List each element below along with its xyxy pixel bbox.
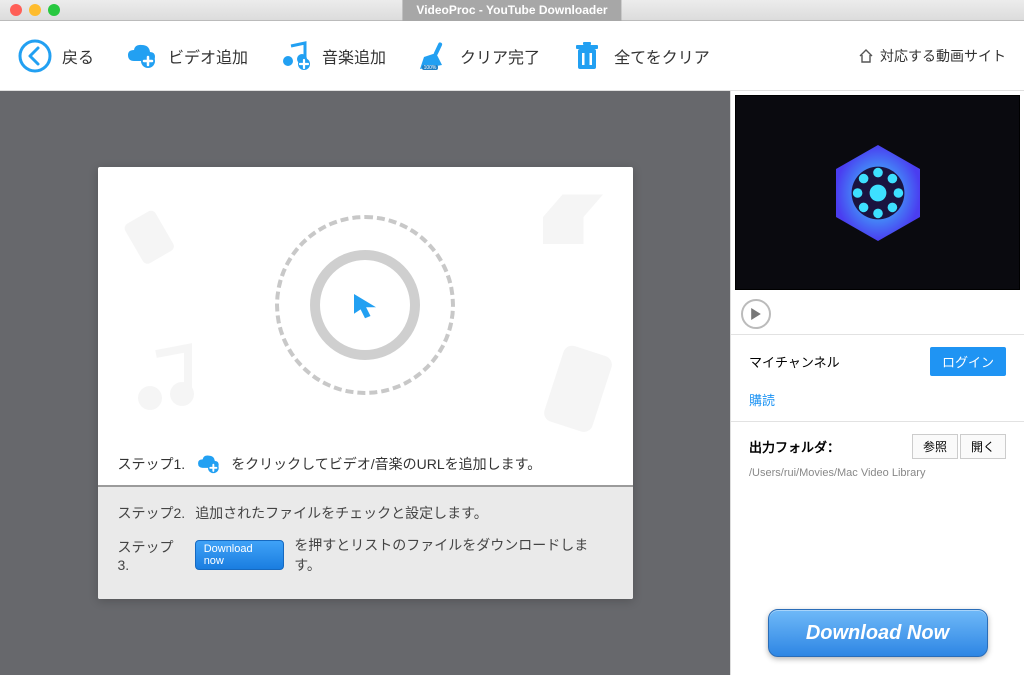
download-queue-area: ステップ1. をクリックしてビデオ/音楽のURLを追加します。 ステップ2. 追… xyxy=(0,91,730,675)
zoom-window-button[interactable] xyxy=(48,4,60,16)
main-toolbar: 戻る ビデオ追加 音楽追加 100% クリア完了 全てをクリア 対応する動画サイ… xyxy=(0,21,1024,91)
step3-label: ステップ3. xyxy=(118,537,185,573)
add-music-icon xyxy=(278,39,312,73)
steps-box: ステップ2. 追加されたファイルをチェックと設定します。 ステップ3. Down… xyxy=(98,487,633,599)
drop-target[interactable] xyxy=(98,167,633,442)
videoproc-logo-icon xyxy=(818,133,938,253)
open-folder-button[interactable]: 開く xyxy=(960,434,1006,459)
clear-done-button[interactable]: 100% クリア完了 xyxy=(416,39,540,73)
cursor-arrow-icon xyxy=(343,283,387,327)
clear-all-label: 全てをクリア xyxy=(614,44,710,68)
output-folder-label: 出力フォルダ： xyxy=(749,437,840,456)
output-folder-path: /Users/rui/Movies/Mac Video Library xyxy=(749,467,1006,479)
back-button[interactable]: 戻る xyxy=(18,39,94,73)
preview-controls xyxy=(731,294,1024,334)
step-1-row: ステップ1. をクリックしてビデオ/音楽のURLを追加します。 xyxy=(98,442,633,487)
step2-text: 追加されたファイルをチェックと設定します。 xyxy=(195,503,488,523)
step1-text: をクリックしてビデオ/音楽のURLを追加します。 xyxy=(231,454,541,474)
minimize-window-button[interactable] xyxy=(29,4,41,16)
drop-ring xyxy=(275,215,455,395)
step2-label: ステップ2. xyxy=(118,503,186,523)
step-3-row: ステップ3. Download now を押すとリストのファイルをダウンロードし… xyxy=(118,529,613,581)
play-button[interactable] xyxy=(741,299,771,329)
download-pill-icon: Download now xyxy=(195,540,285,570)
my-channel-label: マイチャンネル xyxy=(749,352,840,371)
step-2-row: ステップ2. 追加されたファイルをチェックと設定します。 xyxy=(118,497,613,529)
home-icon xyxy=(858,48,874,64)
close-window-button[interactable] xyxy=(10,4,22,16)
cloud-plus-small-icon xyxy=(195,451,221,477)
traffic-lights xyxy=(10,4,60,16)
supported-sites-link[interactable]: 対応する動画サイト xyxy=(858,46,1006,66)
broom-icon: 100% xyxy=(416,39,450,73)
instruction-card: ステップ1. をクリックしてビデオ/音楽のURLを追加します。 ステップ2. 追… xyxy=(98,167,633,599)
output-section: 出力フォルダ： 参照 開く /Users/rui/Movies/Mac Vide… xyxy=(731,421,1024,491)
supported-sites-label: 対応する動画サイト xyxy=(880,46,1006,66)
step1-label: ステップ1. xyxy=(118,454,186,474)
clear-done-label: クリア完了 xyxy=(460,44,540,68)
back-label: 戻る xyxy=(62,44,94,68)
login-button[interactable]: ログイン xyxy=(930,347,1006,376)
add-video-label: ビデオ追加 xyxy=(168,44,248,68)
add-video-button[interactable]: ビデオ追加 xyxy=(124,39,248,73)
window-title: VideoProc - YouTube Downloader xyxy=(402,0,621,21)
drop-ring-inner xyxy=(310,250,420,360)
trash-icon xyxy=(570,39,604,73)
back-arrow-icon xyxy=(18,39,52,73)
clear-all-button[interactable]: 全てをクリア xyxy=(570,39,710,73)
add-music-button[interactable]: 音楽追加 xyxy=(278,39,386,73)
download-now-button[interactable]: Download Now xyxy=(768,609,988,657)
channel-section: マイチャンネル ログイン 購読 xyxy=(731,334,1024,421)
svg-text:100%: 100% xyxy=(424,65,437,71)
add-music-label: 音楽追加 xyxy=(322,44,386,68)
subscribe-link[interactable]: 購読 xyxy=(749,393,775,408)
browse-button[interactable]: 参照 xyxy=(912,434,958,459)
step3-text: を押すとリストのファイルをダウンロードします。 xyxy=(294,535,612,575)
add-video-icon xyxy=(124,39,158,73)
window-titlebar: VideoProc - YouTube Downloader xyxy=(0,0,1024,21)
side-panel: マイチャンネル ログイン 購読 出力フォルダ： 参照 開く /Users/rui… xyxy=(730,91,1024,675)
video-preview xyxy=(735,95,1020,290)
